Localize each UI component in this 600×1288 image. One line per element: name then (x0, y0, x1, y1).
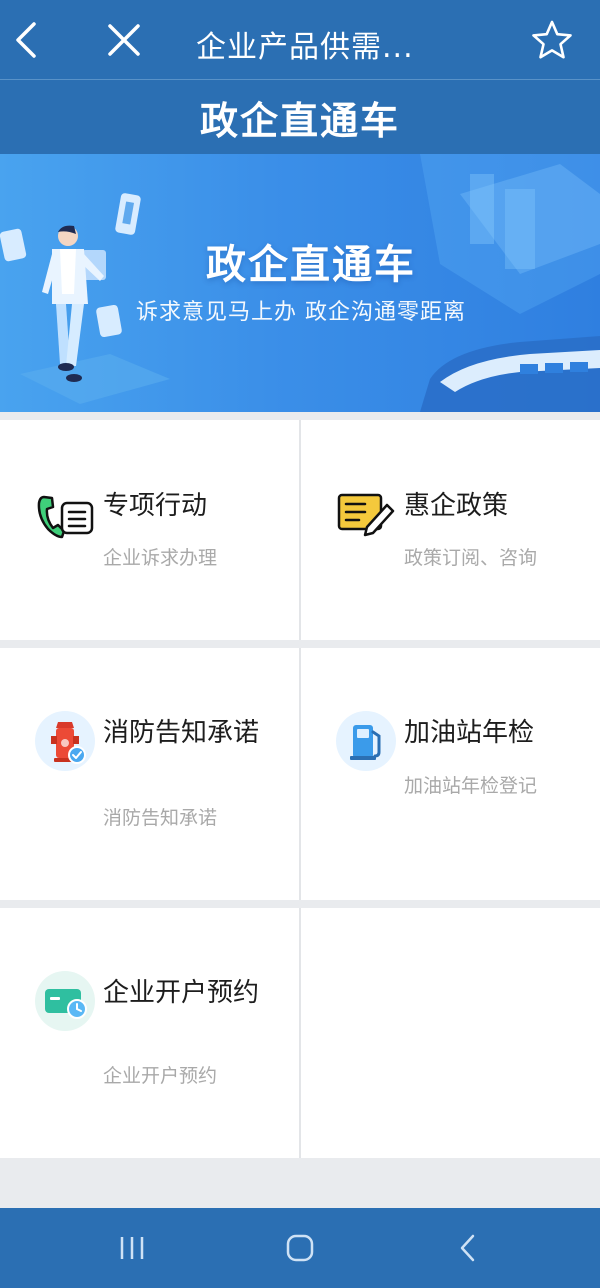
banner-subtitle: 诉求意见马上办 政企沟通零距离 (136, 300, 466, 325)
close-button[interactable] (96, 12, 152, 68)
top-bar: 企业产品供需... (0, 0, 600, 80)
empty-cell (301, 908, 600, 1158)
star-icon (532, 20, 572, 59)
service-item-special-action[interactable]: 专项行动 企业诉求办理 (0, 420, 299, 640)
service-name: 消防告知承诺 (103, 718, 260, 748)
back-button[interactable] (0, 12, 56, 68)
banner-title: 政企直通车 (206, 242, 416, 288)
service-item-fire-notice[interactable]: 消防告知承诺 消防告知承诺 (0, 648, 299, 900)
service-item-account-booking[interactable]: 企业开户预约 企业开户预约 (0, 908, 299, 1158)
gas-pump-icon (336, 711, 396, 771)
favorite-button[interactable] (524, 12, 580, 68)
service-desc: 政策订阅、咨询 (404, 547, 538, 569)
recent-apps-icon (120, 1237, 144, 1259)
service-row: 专项行动 企业诉求办理 惠企政策 政策订阅、咨询 (0, 420, 600, 640)
back-chevron-icon (460, 1234, 475, 1262)
service-desc: 加油站年检登记 (404, 775, 538, 797)
service-desc: 企业开户预约 (103, 1065, 218, 1087)
page-title: 企业产品供需... (196, 30, 414, 65)
service-item-gas-station[interactable]: 加油站年检 加油站年检登记 (301, 648, 600, 900)
service-name: 企业开户预约 (103, 978, 260, 1008)
home-button[interactable] (278, 1228, 322, 1268)
recent-apps-button[interactable] (110, 1228, 154, 1268)
service-name: 惠企政策 (404, 491, 509, 521)
back-arrow-icon (16, 22, 36, 58)
phone-document-icon (37, 495, 94, 539)
fire-hydrant-icon (35, 711, 95, 771)
section-title: 政企直通车 (0, 80, 600, 154)
service-row: 消防告知承诺 消防告知承诺 加油站年检 加油站年检登记 (0, 648, 600, 900)
close-icon (108, 24, 140, 56)
service-desc: 消防告知承诺 (103, 807, 218, 829)
service-name: 专项行动 (103, 491, 208, 521)
service-desc: 企业诉求办理 (103, 547, 218, 569)
card-clock-icon (35, 971, 95, 1031)
home-icon (286, 1234, 314, 1262)
system-nav-bar (0, 1208, 600, 1288)
banner[interactable]: 政企直通车 诉求意见马上办 政企沟通零距离 (0, 154, 600, 412)
system-back-button[interactable] (446, 1228, 490, 1268)
policy-edit-icon (337, 493, 395, 537)
service-row: 企业开户预约 企业开户预约 (0, 908, 600, 1158)
service-item-policy[interactable]: 惠企政策 政策订阅、咨询 (301, 420, 600, 640)
service-name: 加油站年检 (404, 718, 535, 748)
